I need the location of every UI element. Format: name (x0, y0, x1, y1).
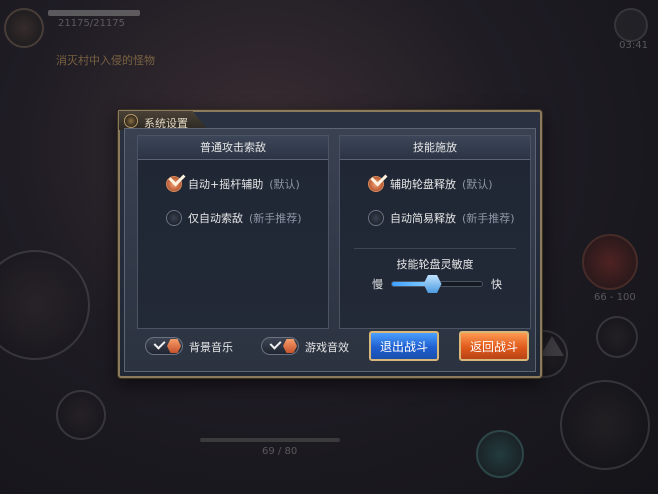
exp-text: 69 / 80 (262, 446, 298, 457)
settings-dialog: 系统设置 普通攻击索敌 自动+摇杆辅助 (默认) 仅自动索敌 (新手推荐) 技能… (118, 110, 542, 378)
spiral-skill-icon (476, 430, 524, 478)
sensitivity-slider[interactable] (391, 275, 483, 293)
player-hp-text: 21175/21175 (58, 18, 125, 29)
ultimate-skill-icon (582, 234, 638, 290)
sensitivity-slider-row: 慢 快 (372, 275, 502, 293)
checked-radio-icon[interactable] (166, 176, 182, 192)
exit-battle-button[interactable]: 退出战斗 (369, 331, 439, 361)
sfx-label: 游戏音效 (305, 341, 349, 354)
skill-casting-header: 技能施放 (340, 136, 530, 160)
skill-circle-2 (596, 316, 638, 358)
skill-casting-panel: 技能施放 辅助轮盘释放 (默认) 自动简易释放 (新手推荐) 技能轮盘灵敏度 慢… (339, 135, 531, 329)
skill-counter-text: 66 - 100 (594, 292, 636, 303)
option-label: 自动+摇杆辅助 (188, 178, 264, 191)
check-icon (269, 337, 282, 350)
option-label: 辅助轮盘释放 (390, 178, 456, 191)
joystick-circle (0, 250, 90, 360)
option-hint: (默认) (269, 178, 300, 191)
attack-button-circle (560, 380, 650, 470)
sensitivity-title: 技能轮盘灵敏度 (396, 258, 474, 271)
unchecked-radio-icon[interactable] (368, 210, 384, 226)
unchecked-radio-icon[interactable] (166, 210, 182, 226)
option-auto-only[interactable]: 仅自动索敌 (新手推荐) (166, 210, 302, 226)
bgm-toggle[interactable] (145, 337, 183, 355)
check-icon (153, 337, 166, 350)
triangle-skill-icon (540, 336, 564, 356)
player-avatar (4, 8, 44, 48)
option-auto-simple[interactable]: 自动简易释放 (新手推荐) (368, 210, 515, 226)
gem-icon (124, 114, 138, 128)
small-skill-circle (56, 390, 106, 440)
slider-knob[interactable] (423, 275, 442, 293)
player-hp-bar (48, 10, 140, 16)
option-auto-joystick[interactable]: 自动+摇杆辅助 (默认) (166, 176, 300, 192)
option-hint: (新手推荐) (249, 212, 302, 225)
slider-max-label: 快 (491, 278, 502, 291)
dialog-body: 普通攻击索敌 自动+摇杆辅助 (默认) 仅自动索敌 (新手推荐) 技能施放 辅助… (124, 128, 536, 372)
option-label: 自动简易释放 (390, 212, 456, 225)
attack-targeting-panel: 普通攻击索敌 自动+摇杆辅助 (默认) 仅自动索敌 (新手推荐) (137, 135, 329, 329)
exp-bar (200, 438, 340, 442)
toggle-knob (167, 339, 181, 353)
toggle-knob (283, 339, 297, 353)
option-hint: (新手推荐) (462, 212, 515, 225)
quest-text: 消灭村中入侵的怪物 (56, 54, 155, 67)
option-assist-wheel[interactable]: 辅助轮盘释放 (默认) (368, 176, 493, 192)
clock-text: 03:41 (619, 40, 648, 51)
settings-gear-icon (614, 8, 648, 42)
bgm-label: 背景音乐 (189, 341, 233, 354)
option-label: 仅自动索敌 (188, 212, 243, 225)
divider (354, 248, 516, 249)
slider-min-label: 慢 (372, 278, 383, 291)
option-hint: (默认) (462, 178, 493, 191)
sfx-toggle[interactable] (261, 337, 299, 355)
attack-targeting-header: 普通攻击索敌 (138, 136, 328, 160)
checked-radio-icon[interactable] (368, 176, 384, 192)
return-battle-button[interactable]: 返回战斗 (459, 331, 529, 361)
